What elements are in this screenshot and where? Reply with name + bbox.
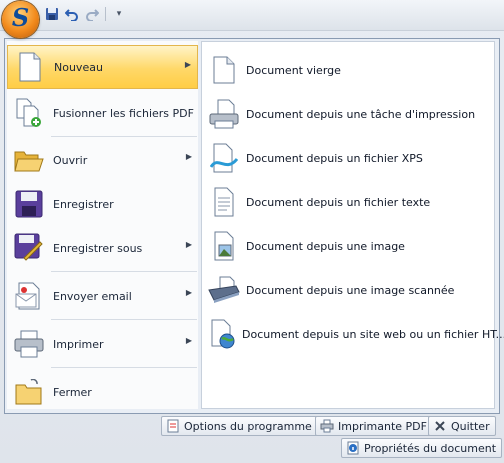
menu-item-label: Imprimer bbox=[53, 337, 104, 351]
customize-icon[interactable]: ▾ bbox=[109, 5, 129, 23]
printer-icon bbox=[319, 418, 335, 434]
submenu-arrow-icon: ▶ bbox=[185, 336, 192, 345]
menu-separator bbox=[51, 271, 197, 272]
document-properties-button[interactable]: Propriétés du document bbox=[341, 438, 503, 458]
menu-item-label: Fermer bbox=[53, 385, 92, 399]
submenu-item-label: Document depuis un site web ou un fichie… bbox=[242, 327, 504, 341]
left-menu-panel: Nouveau ▶ Fusionner les fichiers PDF Ouv… bbox=[7, 41, 198, 409]
menu-item-envoyer-email[interactable]: Envoyer email ▶ bbox=[7, 274, 198, 318]
text-file-icon bbox=[208, 185, 240, 219]
submenu-item-image[interactable]: Document depuis une image bbox=[208, 226, 490, 266]
image-file-icon bbox=[208, 229, 240, 263]
submenu-panel: Document vierge Document depuis une tâch… bbox=[201, 41, 504, 409]
submenu-arrow-icon: ▶ bbox=[185, 288, 192, 297]
menu-item-fermer[interactable]: Fermer bbox=[7, 370, 198, 414]
undo-icon[interactable] bbox=[62, 5, 82, 23]
menu-item-enregistrer[interactable]: Enregistrer bbox=[7, 182, 198, 226]
document-properties-label: Propriétés du document bbox=[364, 441, 497, 455]
application-menu: Nouveau ▶ Fusionner les fichiers PDF Ouv… bbox=[4, 38, 504, 414]
info-icon bbox=[345, 440, 361, 456]
redo-icon[interactable] bbox=[82, 5, 102, 23]
application-menu-button[interactable]: S bbox=[2, 1, 39, 38]
submenu-arrow-icon: ▶ bbox=[185, 240, 192, 249]
save-icon[interactable] bbox=[42, 5, 62, 23]
quick-access-toolbar: ▾ bbox=[42, 5, 129, 23]
menu-item-nouveau[interactable]: Nouveau ▶ bbox=[7, 45, 198, 89]
submenu-arrow-icon: ▶ bbox=[184, 60, 191, 69]
menu-item-label: Ouvrir bbox=[53, 153, 88, 167]
menu-separator bbox=[51, 367, 197, 368]
menu-separator bbox=[51, 319, 197, 320]
submenu-item-tache-impression[interactable]: Document depuis une tâche d'impression bbox=[208, 94, 490, 134]
printer-icon bbox=[9, 324, 49, 364]
submenu-item-fichier-texte[interactable]: Document depuis un fichier texte bbox=[208, 182, 490, 222]
save-as-icon bbox=[9, 228, 49, 268]
quit-label: Quitter bbox=[451, 419, 490, 433]
options-label: Options du programme bbox=[184, 419, 312, 433]
title-bar: S ▾ bbox=[0, 0, 504, 38]
options-icon bbox=[165, 418, 181, 434]
submenu-item-label: Document depuis une image scannée bbox=[246, 283, 455, 297]
save-disk-icon bbox=[9, 184, 49, 224]
menu-item-enregistrer-sous[interactable]: Enregistrer sous ▶ bbox=[7, 226, 198, 270]
menu-item-label: Envoyer email bbox=[53, 289, 132, 303]
menu-item-fusionner[interactable]: Fusionner les fichiers PDF bbox=[7, 91, 198, 135]
xps-file-icon bbox=[208, 141, 240, 175]
menu-item-ouvrir[interactable]: Ouvrir ▶ bbox=[7, 138, 198, 182]
merge-pdf-icon bbox=[9, 93, 49, 133]
app-logo: S bbox=[11, 3, 30, 32]
options-button[interactable]: Options du programme bbox=[161, 416, 318, 436]
menu-item-imprimer[interactable]: Imprimer ▶ bbox=[7, 322, 198, 366]
scanner-icon bbox=[208, 273, 240, 307]
menu-item-label: Enregistrer sous bbox=[53, 241, 143, 255]
open-folder-icon bbox=[9, 140, 49, 180]
submenu-item-document-vierge[interactable]: Document vierge bbox=[208, 50, 490, 90]
submenu-item-label: Document depuis un fichier XPS bbox=[246, 151, 423, 165]
submenu-item-label: Document depuis un fichier texte bbox=[246, 195, 431, 209]
print-job-icon bbox=[208, 97, 240, 131]
menu-item-label: Nouveau bbox=[54, 60, 103, 74]
toolbar-separator bbox=[105, 7, 106, 21]
close-icon bbox=[432, 418, 448, 434]
pdf-printer-label: Imprimante PDF bbox=[338, 419, 427, 433]
menu-item-label: Fusionner les fichiers PDF bbox=[53, 106, 194, 120]
menu-item-label: Enregistrer bbox=[53, 197, 114, 211]
pdf-printer-button[interactable]: Imprimante PDF bbox=[315, 416, 433, 436]
submenu-item-image-scannee[interactable]: Document depuis une image scannée bbox=[208, 270, 490, 310]
blank-document-icon bbox=[208, 53, 240, 87]
submenu-item-label: Document depuis une tâche d'impression bbox=[246, 107, 476, 121]
new-document-icon bbox=[10, 47, 50, 87]
email-icon bbox=[9, 276, 49, 316]
submenu-item-fichier-xps[interactable]: Document depuis un fichier XPS bbox=[208, 138, 490, 178]
submenu-item-label: Document vierge bbox=[246, 63, 341, 77]
submenu-item-label: Document depuis une image bbox=[246, 239, 405, 253]
quit-button[interactable]: Quitter bbox=[428, 416, 496, 436]
menu-separator bbox=[51, 136, 197, 137]
submenu-arrow-icon: ▶ bbox=[185, 152, 192, 161]
submenu-item-site-web[interactable]: Document depuis un site web ou un fichie… bbox=[208, 314, 504, 354]
web-document-icon bbox=[208, 317, 236, 351]
close-folder-icon bbox=[9, 372, 49, 412]
